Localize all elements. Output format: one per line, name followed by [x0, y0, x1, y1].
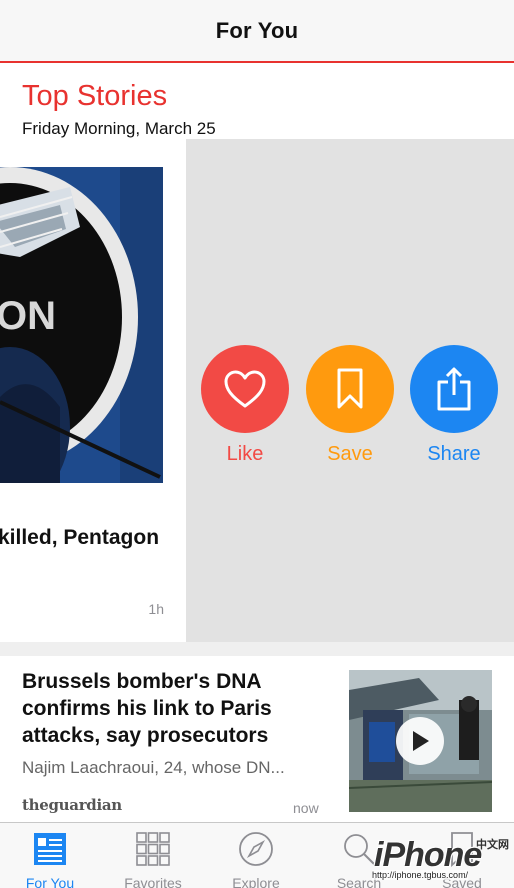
tab-for-you[interactable]: For You — [10, 829, 90, 888]
svg-text:ON: ON — [0, 294, 56, 338]
section-divider — [0, 642, 514, 656]
tab-label: Favorites — [124, 875, 182, 888]
story-headline: Brussels bomber's DNA confirms his link … — [22, 670, 272, 747]
like-button[interactable]: Like — [201, 345, 289, 466]
heart-icon — [201, 345, 289, 433]
play-icon[interactable] — [396, 717, 444, 765]
featured-story-card[interactable]: ON killed, Pentagon 1h — [0, 139, 186, 642]
swipe-actions-panel: Like Save Share — [186, 139, 514, 642]
publisher-logo: theguardian — [22, 796, 122, 814]
story-row[interactable]: Brussels bomber's DNA confirms his link … — [0, 656, 514, 822]
like-label: Like — [226, 443, 264, 465]
story-time: now — [293, 800, 319, 816]
tab-label: Explore — [232, 875, 280, 888]
share-label: Share — [427, 443, 481, 465]
watermark-url: http://iphone.tgbus.com/ — [372, 870, 469, 880]
featured-story-image: ON — [0, 167, 163, 483]
compass-icon — [216, 829, 296, 869]
tab-explore[interactable]: Explore — [216, 829, 296, 888]
share-icon — [410, 345, 498, 433]
share-button[interactable]: Share — [410, 345, 498, 466]
section-title: Top Stories — [22, 80, 168, 112]
story-video-thumbnail[interactable] — [349, 670, 492, 812]
bookmark-icon — [306, 345, 394, 433]
tab-label: For You — [25, 875, 75, 888]
section-date: Friday Morning, March 25 — [22, 119, 216, 138]
featured-story-time: 1h — [148, 601, 164, 617]
save-label: Save — [327, 443, 373, 465]
news-icon — [10, 829, 90, 869]
save-button[interactable]: Save — [306, 345, 394, 466]
grid-icon — [113, 829, 193, 869]
watermark-cn: 中文网 — [476, 839, 509, 851]
site-watermark: iPhone 中文网 http://iphone.tgbus.com/ — [370, 832, 514, 888]
story-excerpt: Najim Laachraoui, 24, whose DN... — [22, 758, 285, 777]
tab-favorites[interactable]: Favorites — [113, 829, 193, 888]
navigation-bar: For You — [0, 0, 514, 63]
featured-story-headline: killed, Pentagon — [0, 526, 160, 549]
page-title: For You — [215, 17, 299, 43]
